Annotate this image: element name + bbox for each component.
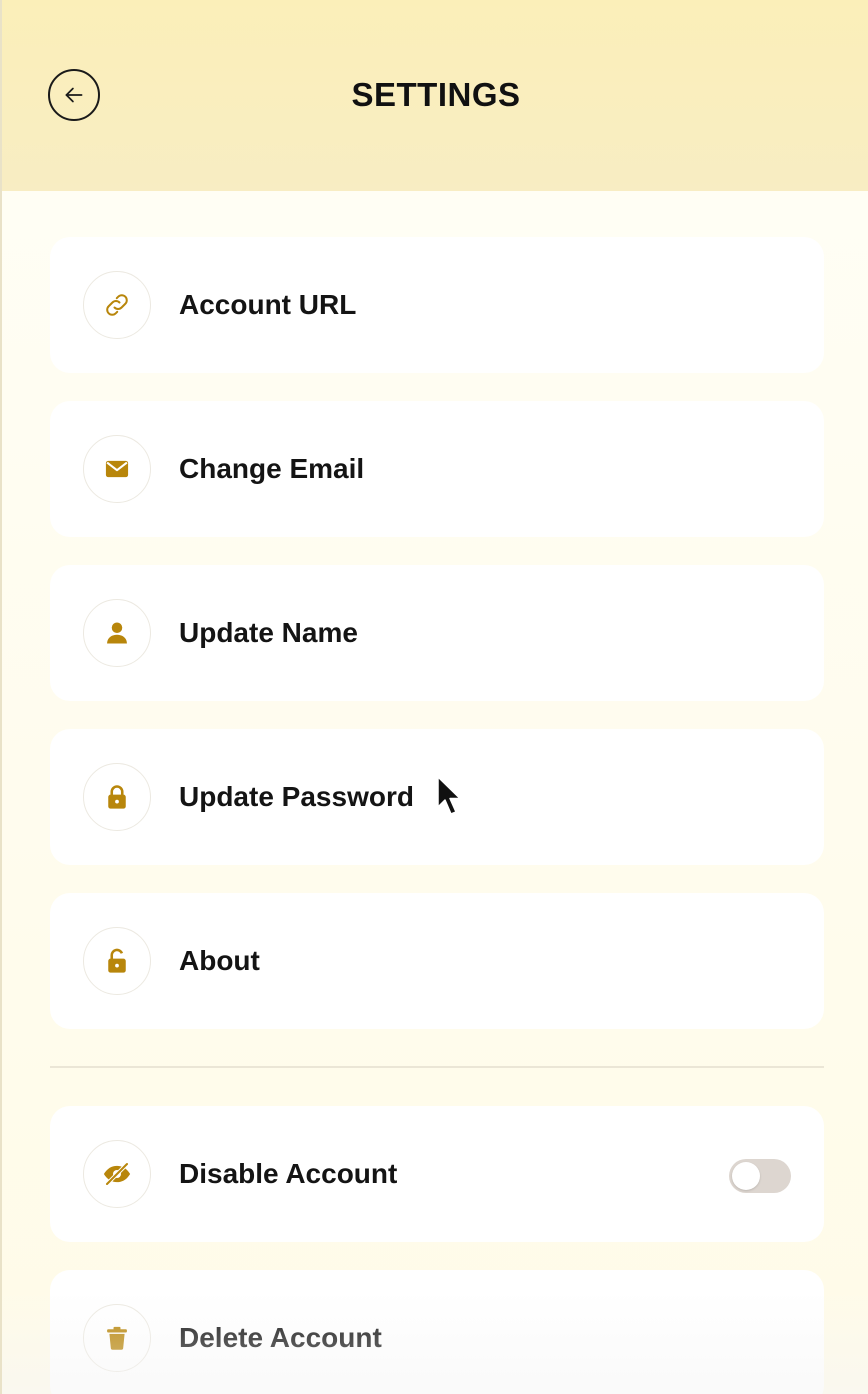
settings-item-label: Account URL [179,289,357,320]
trash-icon [83,1304,151,1372]
settings-item-label: Change Email [179,453,365,484]
unlock-icon [83,927,151,995]
settings-item-disable-account: Disable Account [50,1106,824,1242]
settings-screen: SETTINGS Account URL Change Email Update… [0,0,868,1394]
settings-item-label: Disable Account [179,1158,398,1189]
settings-item-label: Delete Account [179,1322,382,1353]
settings-item-label: Update Name [179,617,358,648]
disable-account-toggle[interactable] [729,1159,791,1193]
link-icon [83,271,151,339]
eye-off-icon [83,1140,151,1208]
settings-item-label: About [179,945,260,976]
settings-item-label: Update Password [179,781,414,812]
mail-icon [83,435,151,503]
settings-item-account-url[interactable]: Account URL [50,237,824,373]
lock-icon [83,763,151,831]
header: SETTINGS [2,0,868,191]
user-icon [83,599,151,667]
settings-item-about[interactable]: About [50,893,824,1029]
settings-item-delete-account[interactable]: Delete Account [50,1270,824,1394]
settings-item-change-email[interactable]: Change Email [50,401,824,537]
section-divider [50,1066,824,1068]
settings-item-update-password[interactable]: Update Password [50,729,824,865]
page-title: SETTINGS [351,76,521,113]
settings-item-update-name[interactable]: Update Name [50,565,824,701]
toggle-knob [732,1162,760,1190]
